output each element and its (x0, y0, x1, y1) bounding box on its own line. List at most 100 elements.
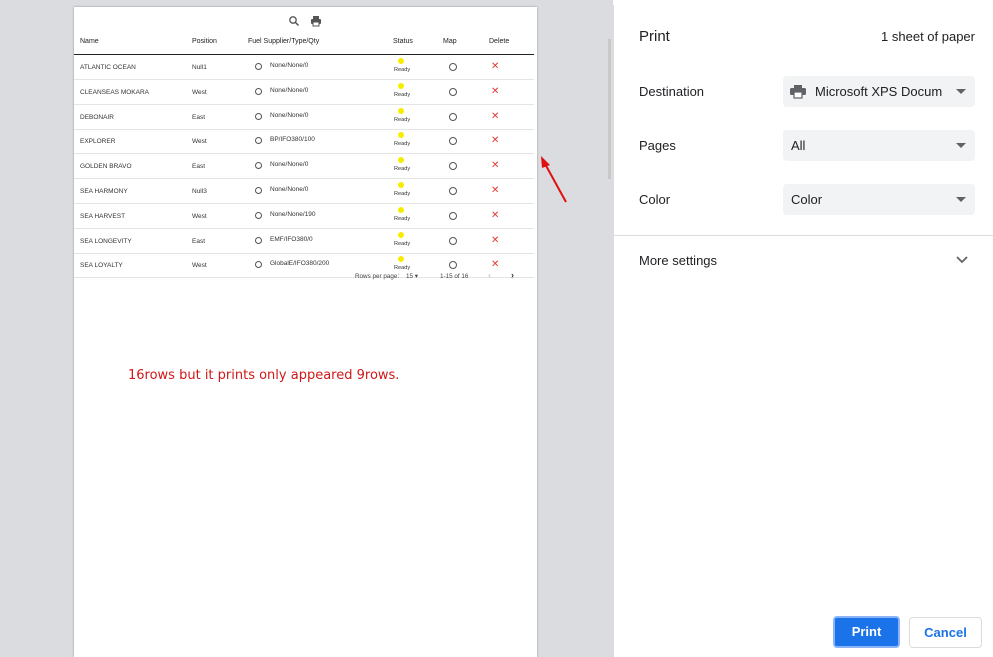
color-label: Color (639, 192, 671, 207)
fuel-radio[interactable] (255, 236, 262, 244)
status-dot (398, 206, 404, 213)
map-radio[interactable] (449, 211, 457, 220)
status-dot (398, 132, 404, 139)
fuel-radio[interactable] (255, 261, 262, 269)
pages-value: All (791, 138, 806, 153)
header-delete: Delete (489, 38, 510, 45)
delete-icon[interactable]: ✕ (491, 111, 499, 122)
row-status: Ready (394, 67, 411, 73)
header-fuel: Fuel Supplier/Type/Qty (248, 38, 320, 45)
delete-icon[interactable]: ✕ (491, 260, 499, 270)
table-row: CLEANSEAS MOKARA West None/None/0 Ready ✕ (74, 80, 534, 105)
status-dot (398, 256, 404, 263)
map-radio[interactable] (449, 236, 457, 245)
chevron-left-icon[interactable]: ‹ (488, 270, 491, 280)
map-radio[interactable] (449, 261, 457, 270)
row-position: East (192, 237, 206, 245)
rows-per-page-select[interactable]: 15 ▾ (406, 273, 418, 280)
print-button[interactable]: Print (833, 616, 900, 648)
table-header: Name Position Fuel Supplier/Type/Qty Sta… (74, 34, 534, 55)
print-settings-panel: Print 1 sheet of paper Destination Micro… (613, 5, 993, 657)
row-fuel: None/None/0 (270, 86, 309, 94)
status-dot (398, 182, 404, 188)
fuel-radio[interactable] (255, 87, 262, 95)
printer-icon (311, 16, 321, 27)
status-dot (398, 82, 404, 89)
map-radio[interactable] (449, 63, 457, 71)
row-position: East (192, 113, 206, 121)
row-status: Ready (394, 191, 411, 197)
row-fuel: None/None/0 (270, 161, 309, 169)
caret-down-icon: ▾ (414, 273, 418, 280)
header-status: Status (393, 38, 413, 45)
map-radio[interactable] (449, 187, 457, 195)
delete-icon[interactable]: ✕ (491, 186, 499, 196)
map-radio[interactable] (449, 87, 457, 96)
header-map: Map (443, 38, 457, 45)
row-status: Ready (394, 265, 411, 272)
print-preview-area: Name Position Fuel Supplier/Type/Qty Sta… (0, 0, 613, 657)
map-radio[interactable] (449, 112, 457, 121)
fuel-radio[interactable] (255, 211, 262, 219)
row-fuel: None/None/0 (270, 62, 309, 69)
row-position: West (192, 262, 207, 270)
status-dot (398, 231, 404, 238)
color-select[interactable]: Color (783, 184, 975, 215)
map-radio[interactable] (449, 137, 457, 146)
status-dot (398, 157, 404, 164)
fuel-radio[interactable] (255, 187, 262, 194)
rows-per-page-label: Rows per page: (355, 273, 400, 280)
row-fuel: None/None/0 (270, 111, 309, 119)
map-radio[interactable] (449, 162, 457, 171)
page-range: 1-15 of 16 (440, 273, 469, 280)
delete-icon[interactable]: ✕ (491, 235, 499, 246)
more-settings-toggle[interactable]: More settings (614, 245, 993, 275)
cancel-button[interactable]: Cancel (909, 617, 982, 648)
delete-icon[interactable]: ✕ (491, 86, 499, 97)
fuel-radio[interactable] (255, 162, 262, 170)
preview-page: Name Position Fuel Supplier/Type/Qty Sta… (74, 7, 611, 657)
row-name: DEBONAIR (80, 113, 114, 121)
printer-icon (790, 85, 806, 99)
row-fuel: None/None/0 (270, 186, 309, 193)
row-fuel: BP/IFO380/100 (270, 136, 315, 144)
preview-scrollbar[interactable] (608, 39, 611, 179)
delete-icon[interactable]: ✕ (491, 161, 499, 171)
row-position: East (192, 163, 206, 171)
row-position: West (192, 212, 207, 220)
row-name: SEA HARMONY (80, 188, 128, 195)
row-name: ATLANTIC OCEAN (80, 64, 136, 71)
sheet-count: 1 sheet of paper (881, 29, 975, 44)
caret-down-icon (956, 143, 966, 148)
status-dot (398, 58, 404, 64)
destination-label: Destination (639, 84, 705, 99)
row-fuel: GlobalE/IFO380/200 (270, 260, 330, 268)
header-position: Position (192, 38, 217, 45)
chevron-right-icon[interactable]: › (511, 270, 514, 280)
delete-icon[interactable]: ✕ (491, 136, 499, 146)
row-status: Ready (394, 91, 411, 98)
search-icon (289, 16, 300, 27)
more-settings-label: More settings (639, 253, 718, 268)
print-title: Print (639, 28, 670, 45)
row-name: GOLDEN BRAVO (80, 163, 132, 171)
row-fuel: EMF/IFO380/0 (270, 235, 313, 243)
row-position: Null1 (192, 64, 207, 71)
red-arrow-annotation (541, 156, 567, 203)
annotation-text: 16rows but it prints only appeared 9rows… (128, 368, 400, 383)
fuel-radio[interactable] (255, 137, 262, 145)
row-position: West (192, 88, 207, 96)
destination-select[interactable]: Microsoft XPS Docum (783, 76, 975, 107)
row-position: West (192, 138, 207, 146)
fuel-radio[interactable] (255, 63, 262, 70)
row-status: Ready (394, 141, 411, 148)
fuel-radio[interactable] (255, 112, 262, 120)
row-name: CLEANSEAS MOKARA (80, 88, 149, 96)
pages-select[interactable]: All (783, 130, 975, 161)
header-name: Name (80, 38, 99, 45)
delete-icon[interactable]: ✕ (491, 210, 499, 221)
row-status: Ready (394, 240, 411, 247)
table-row: GOLDEN BRAVO East None/None/0 Ready ✕ (74, 154, 534, 180)
divider (614, 235, 993, 236)
delete-icon[interactable]: ✕ (491, 62, 499, 72)
